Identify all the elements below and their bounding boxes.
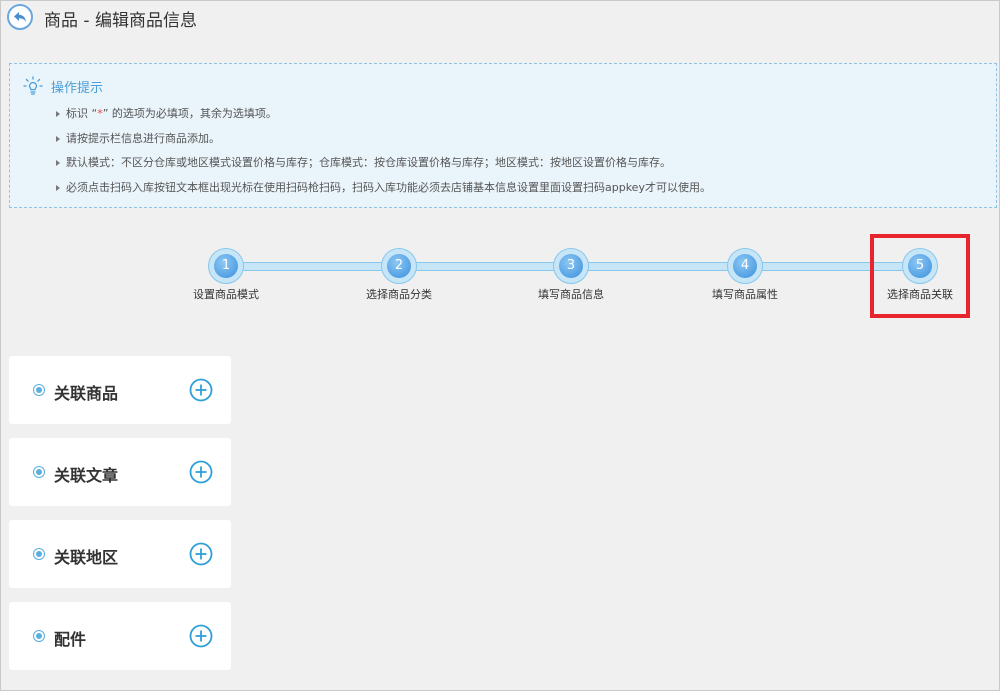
back-arrow-icon <box>14 12 26 22</box>
step-1[interactable]: 1 设置商品模式 <box>166 248 286 302</box>
step-2[interactable]: 2 选择商品分类 <box>339 248 459 302</box>
tips-list: 标识 “*” 的选项为必填项，其余为选填项。 请按提示栏信息进行商品添加。 默认… <box>56 107 711 205</box>
step-label: 填写商品属性 <box>712 288 778 301</box>
step-label: 选择商品分类 <box>366 288 432 301</box>
panel-title: 关联商品 <box>54 384 119 403</box>
plus-circle-icon[interactable] <box>189 460 213 484</box>
step-circle: 4 <box>727 248 763 284</box>
radio-dot-icon <box>33 548 45 560</box>
panel-related-articles: 关联文章 <box>9 438 231 506</box>
step-circle: 5 <box>902 248 938 284</box>
step-4[interactable]: 4 填写商品属性 <box>685 248 805 302</box>
step-circle: 3 <box>553 248 589 284</box>
step-circle: 2 <box>381 248 417 284</box>
lightbulb-icon <box>23 76 43 95</box>
panel-accessories: 配件 <box>9 602 231 670</box>
step-label: 设置商品模式 <box>193 288 259 301</box>
panel-title: 配件 <box>54 630 87 649</box>
plus-circle-icon[interactable] <box>189 378 213 402</box>
operation-tips-panel: 操作提示 标识 “*” 的选项为必填项，其余为选填项。 请按提示栏信息进行商品添… <box>9 63 997 208</box>
panel-related-products: 关联商品 <box>9 356 231 424</box>
tip-text-after: ” 的选项为必填项，其余为选填项。 <box>102 107 277 120</box>
panel-title: 关联文章 <box>54 466 119 485</box>
panel-title: 关联地区 <box>54 548 119 567</box>
page-title: 商品 - 编辑商品信息 <box>44 11 197 31</box>
tips-header: 操作提示 <box>23 76 103 96</box>
step-number: 5 <box>908 254 932 278</box>
tip-text-before: 标识 “ <box>66 107 98 120</box>
step-progress: 1 设置商品模式 2 选择商品分类 3 填写商品信息 4 填写商品属性 5 选择… <box>0 240 1000 320</box>
radio-dot-icon <box>33 630 45 642</box>
tip-item: 请按提示栏信息进行商品添加。 <box>56 132 711 157</box>
step-5[interactable]: 5 选择商品关联 <box>860 248 980 302</box>
step-number: 3 <box>559 254 583 278</box>
panel-related-regions: 关联地区 <box>9 520 231 588</box>
step-circle: 1 <box>208 248 244 284</box>
radio-dot-icon <box>33 466 45 478</box>
tip-item: 必须点击扫码入库按钮文本框出现光标在使用扫码枪扫码，扫码入库功能必须去店铺基本信… <box>56 181 711 206</box>
plus-circle-icon[interactable] <box>189 542 213 566</box>
radio-dot-icon <box>33 384 45 396</box>
tips-title: 操作提示 <box>51 80 104 96</box>
page-header: 商品 - 编辑商品信息 <box>0 0 1000 36</box>
step-label: 填写商品信息 <box>538 288 604 301</box>
back-button[interactable] <box>7 4 33 30</box>
plus-circle-icon[interactable] <box>189 624 213 648</box>
step-number: 1 <box>214 254 238 278</box>
step-number: 2 <box>387 254 411 278</box>
step-label: 选择商品关联 <box>887 288 953 301</box>
step-3[interactable]: 3 填写商品信息 <box>511 248 631 302</box>
tip-item: 标识 “*” 的选项为必填项，其余为选填项。 <box>56 107 711 132</box>
tip-item: 默认模式：不区分仓库或地区模式设置价格与库存；仓库模式：按仓库设置价格与库存；地… <box>56 156 711 181</box>
step-number: 4 <box>733 254 757 278</box>
